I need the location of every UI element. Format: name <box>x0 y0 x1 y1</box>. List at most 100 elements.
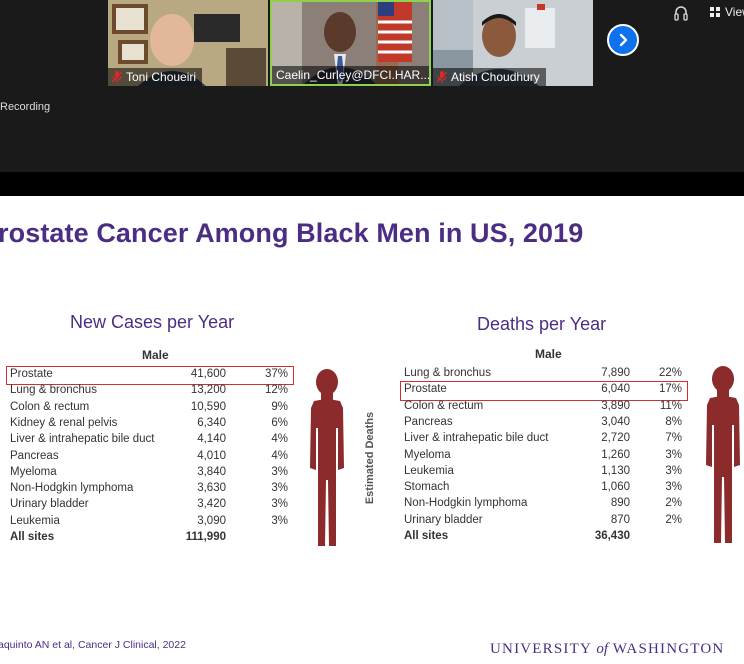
grid-view-icon <box>710 6 720 17</box>
cell-site: Myeloma <box>10 465 57 478</box>
table-row: Non-Hodgkin lymphoma 890 2% <box>400 497 688 513</box>
zoom-meeting-bar: Toni Choueiri Caelin_Curley@DFCI.HAR... <box>0 0 744 172</box>
cell-count: 10,590 <box>190 400 226 413</box>
cell-site: Lung & bronchus <box>10 384 97 397</box>
video-tile-3[interactable]: Atish Choudhury <box>433 0 593 86</box>
table-row: Urinary bladder 870 2% <box>400 514 688 530</box>
cell-count: 7,890 <box>601 367 630 379</box>
citation: aquinto AN et al, Cancer J Clinical, 202… <box>0 639 186 651</box>
cell-pct: 3% <box>271 465 288 478</box>
new-cases-table: Prostate 41,600 37% Lung & bronchus 13,200 12… <box>6 366 294 548</box>
table-row: Non-Hodgkin lymphoma 3,630 3% <box>6 482 294 498</box>
table-row: Urinary bladder 3,420 3% <box>6 498 294 514</box>
view-button[interactable]: View <box>710 2 744 22</box>
cell-pct: 3% <box>665 464 682 477</box>
recording-indicator[interactable]: Recording <box>0 101 50 113</box>
cell-count: 3,420 <box>197 498 226 511</box>
cell-count: 6,340 <box>197 416 226 429</box>
table-row: Pancreas 3,040 8% <box>400 416 688 432</box>
cell-site: Pancreas <box>10 449 59 462</box>
cell-count: 111,990 <box>185 531 226 543</box>
deaths-sex-label: Male <box>535 347 562 361</box>
share-divider <box>0 172 744 196</box>
cell-site: Leukemia <box>10 514 60 527</box>
cell-pct: 6% <box>271 416 288 429</box>
cell-pct: 3% <box>271 514 288 527</box>
cell-site: Non-Hodgkin lymphoma <box>10 482 134 495</box>
cell-count: 4,010 <box>197 449 226 462</box>
cell-count: 890 <box>610 497 630 510</box>
table-row: Colon & rectum 3,890 11% <box>400 400 688 416</box>
cell-site: Colon & rectum <box>404 399 484 412</box>
cell-count: 3,890 <box>601 399 630 412</box>
cell-count: 4,140 <box>197 433 226 446</box>
male-silhouette-right <box>706 366 740 543</box>
cell-pct: 3% <box>271 482 288 495</box>
table-row: Colon & rectum 10,590 9% <box>6 401 294 417</box>
cell-pct: 22% <box>658 367 682 379</box>
table-total-row: All sites 111,990 <box>6 531 294 547</box>
new-cases-title: New Cases per Year <box>70 312 235 332</box>
highlight-box <box>6 366 294 386</box>
headphones-icon[interactable] <box>673 4 689 25</box>
cell-count: 1,060 <box>601 481 630 494</box>
cell-site: Kidney & renal pelvis <box>10 416 118 429</box>
mic-muted-icon <box>437 71 447 83</box>
cell-site: Pancreas <box>404 415 453 428</box>
slide-title: rostate Cancer Among Black Men in US, 20… <box>0 218 584 248</box>
table-row: Liver & intrahepatic bile duct 2,720 7% <box>400 432 688 448</box>
cell-site: Leukemia <box>404 464 454 477</box>
cell-site: Lung & bronchus <box>404 367 491 379</box>
video-tile-1[interactable]: Toni Choueiri <box>108 0 268 86</box>
cell-site: All sites <box>404 530 449 542</box>
cell-site: Liver & intrahepatic bile duct <box>404 432 549 445</box>
cell-site: Urinary bladder <box>10 498 89 511</box>
highlight-box <box>400 381 688 401</box>
cell-pct: 9% <box>271 400 288 413</box>
cell-count: 2,720 <box>601 432 630 445</box>
cell-pct: 4% <box>271 433 288 446</box>
cell-pct: 11% <box>659 399 682 412</box>
cell-pct: 3% <box>665 448 682 461</box>
university-logo: UNIVERSITY of WASHINGTON <box>490 641 725 657</box>
chevron-right-icon <box>619 33 628 47</box>
male-silhouette-left <box>310 369 344 546</box>
participant-name-1: Toni Choueiri <box>108 68 203 86</box>
table-total-row: All sites 36,430 <box>400 530 688 546</box>
table-row: Leukemia 3,090 3% <box>6 515 294 531</box>
cell-site: Colon & rectum <box>10 400 90 413</box>
cell-site: Liver & intrahepatic bile duct <box>10 433 155 446</box>
cell-count: 870 <box>610 513 630 526</box>
cell-site: Urinary bladder <box>404 513 483 526</box>
next-participants-button[interactable] <box>607 24 639 56</box>
table-row: Myeloma 3,840 3% <box>6 466 294 482</box>
cell-site: Non-Hodgkin lymphoma <box>404 497 528 510</box>
video-tile-2[interactable]: Caelin_Curley@DFCI.HAR... <box>270 0 431 86</box>
cell-pct: 12% <box>264 384 288 397</box>
participant-name-2: Caelin_Curley@DFCI.HAR... <box>272 66 429 84</box>
deaths-axis-label: Estimated Deaths <box>364 411 376 505</box>
participant-name-3: Atish Choudhury <box>433 68 546 86</box>
table-row: Lung & bronchus 13,200 12% <box>6 384 294 400</box>
cell-site: Myeloma <box>404 448 451 461</box>
cell-site: Stomach <box>404 481 450 494</box>
cell-pct: 8% <box>665 415 682 428</box>
table-row: Kidney & renal pelvis 6,340 6% <box>6 417 294 433</box>
cell-pct: 4% <box>271 449 288 462</box>
cell-pct: 3% <box>665 481 682 494</box>
cell-count: 3,630 <box>197 482 226 495</box>
table-row: Liver & intrahepatic bile duct 4,140 4% <box>6 433 294 449</box>
cell-pct: 2% <box>665 513 682 526</box>
new-cases-sex-label: Male <box>142 348 169 362</box>
table-row: Myeloma 1,260 3% <box>400 449 688 465</box>
cell-count: 1,130 <box>601 464 630 477</box>
cell-count: 1,260 <box>601 448 630 461</box>
mic-muted-icon <box>112 71 122 83</box>
table-row: Leukemia 1,130 3% <box>400 465 688 481</box>
cell-count: 36,430 <box>594 530 630 542</box>
deaths-title: Deaths per Year <box>477 314 607 334</box>
cell-pct: 2% <box>665 497 682 510</box>
cell-count: 3,090 <box>197 514 226 527</box>
cell-count: 3,840 <box>197 465 226 478</box>
cell-count: 3,040 <box>601 415 630 428</box>
